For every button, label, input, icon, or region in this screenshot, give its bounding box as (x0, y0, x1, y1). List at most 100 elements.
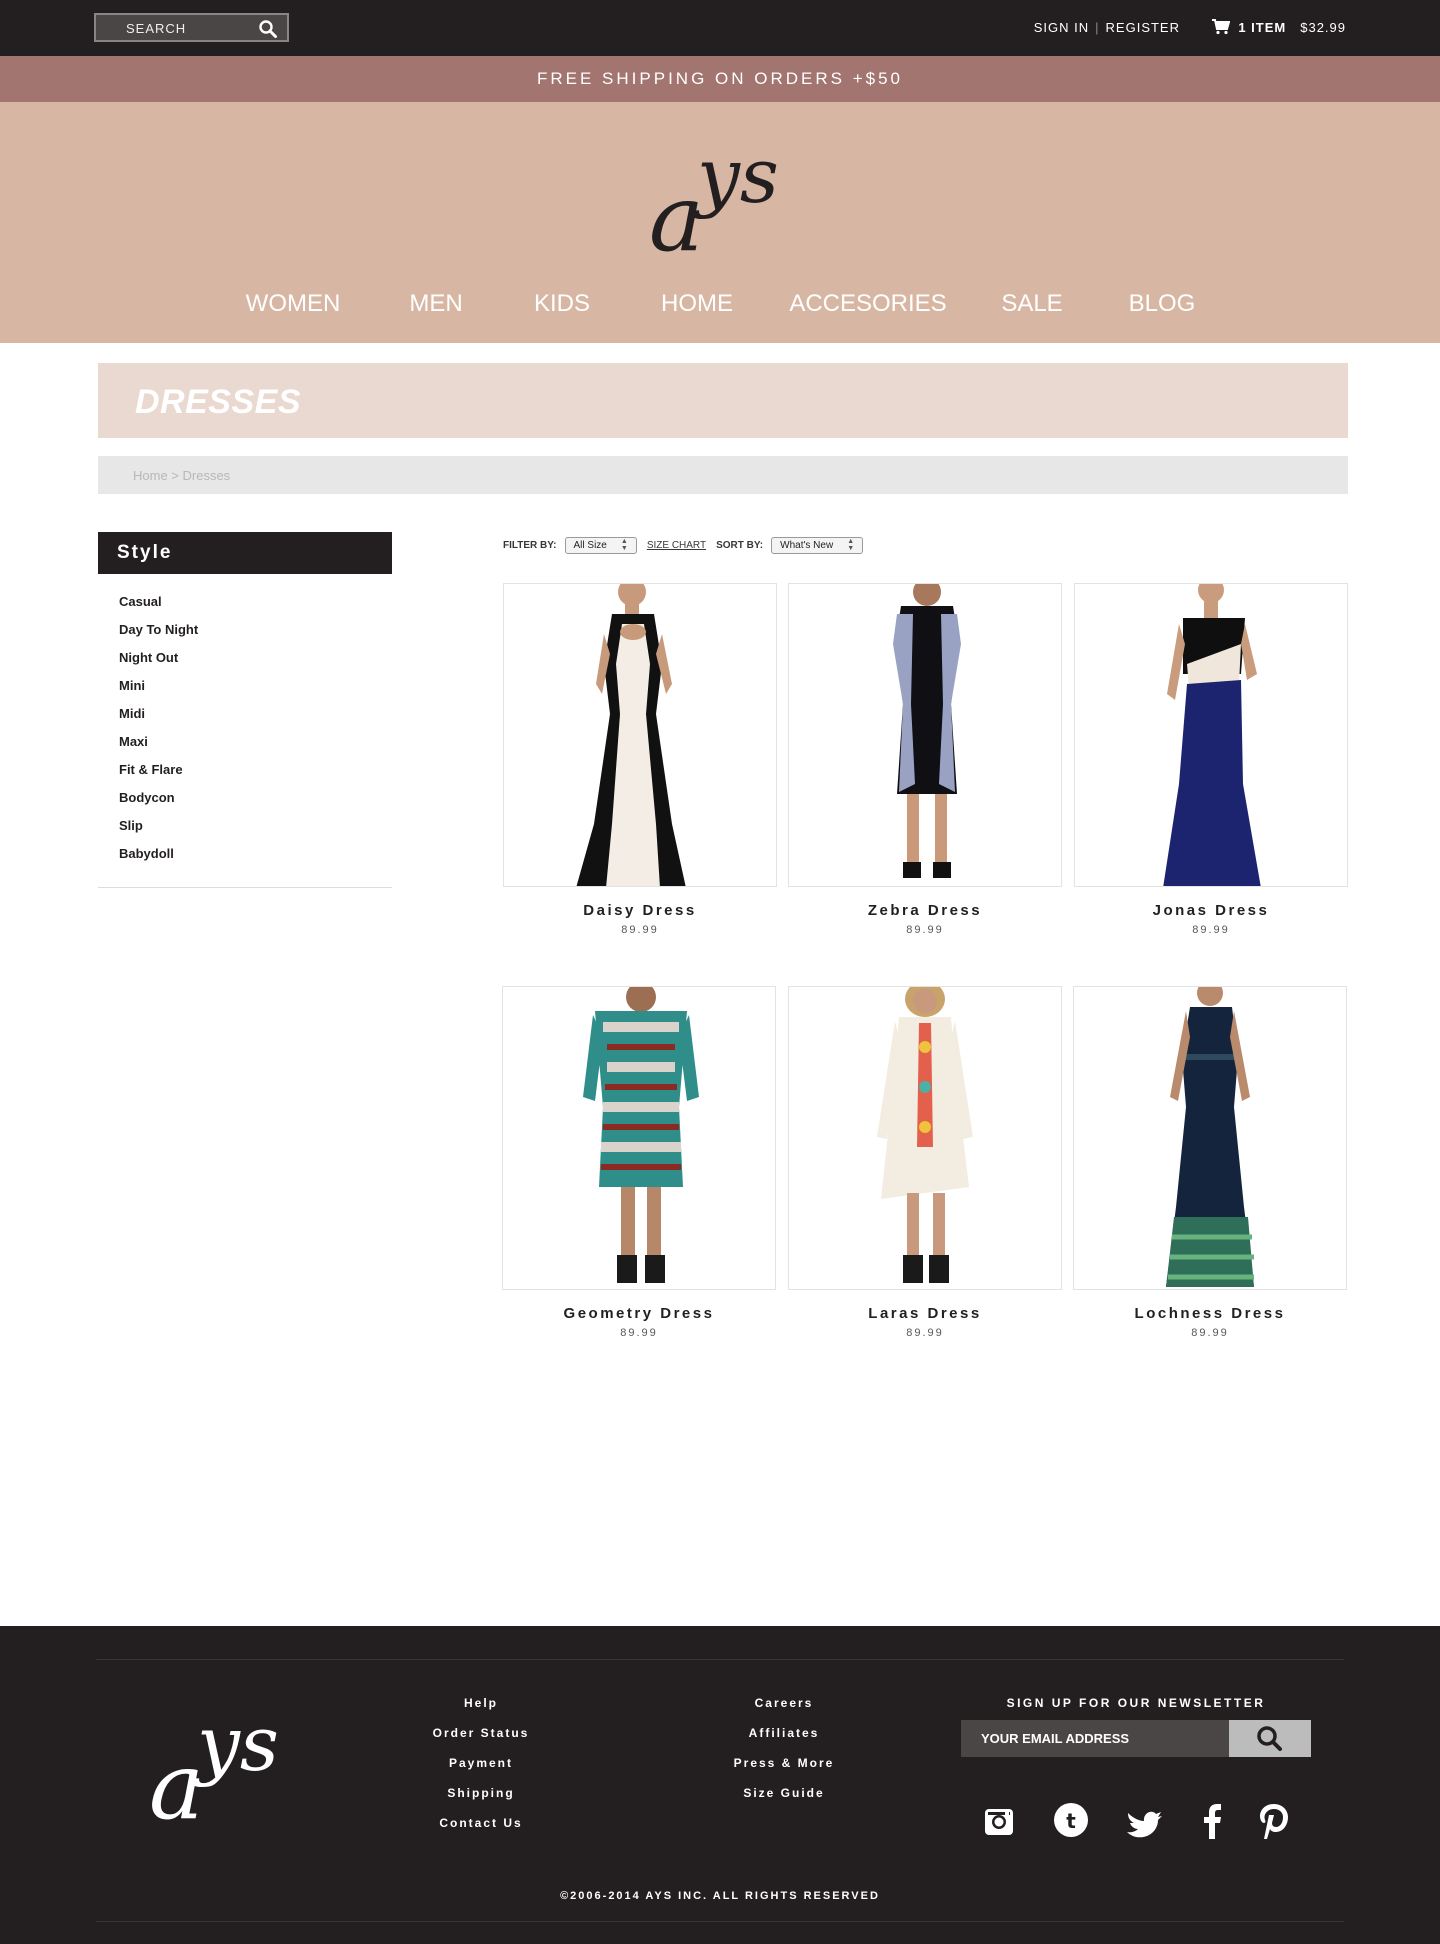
top-bar: SEARCH SIGN IN | REGISTER 1 ITEM $32.99 (0, 0, 1440, 56)
newsletter-submit-button[interactable] (1229, 1720, 1311, 1757)
sort-select-value: What's New (780, 539, 834, 551)
sidebar-item-midi[interactable]: Midi (98, 700, 392, 728)
nav-sale[interactable]: SALE (1001, 290, 1062, 318)
footer-link-order-status[interactable]: Order Status (401, 1726, 561, 1756)
style-filter-list: Casual Day To Night Night Out Mini Midi … (98, 588, 392, 868)
svg-text:ys: ys (194, 1708, 279, 1788)
dress-photo (1163, 584, 1261, 886)
size-select[interactable]: All Size ▲ ▼ (564, 536, 637, 554)
sidebar-item-babydoll[interactable]: Babydoll (98, 840, 392, 868)
breadcrumb-text[interactable]: Home > Dresses (133, 468, 230, 483)
site-header: a ys WOMEN MEN KIDS HOME ACCESORIES SALE… (0, 102, 1440, 343)
cart-total: $32.99 (1300, 19, 1346, 35)
footer-link-affiliates[interactable]: Affiliates (704, 1726, 864, 1756)
sidebar-item-casual[interactable]: Casual (98, 588, 392, 616)
sort-label: SORT BY: (716, 539, 764, 551)
search-input[interactable]: SEARCH (126, 21, 186, 36)
instagram-icon[interactable] (979, 1801, 1019, 1841)
product-name[interactable]: Jonas Dress (1074, 902, 1348, 919)
brand-logo[interactable]: a ys (645, 140, 795, 260)
select-arrows-icon: ▲ ▼ (620, 538, 628, 552)
footer-link-contact-us[interactable]: Contact Us (401, 1816, 561, 1846)
nav-kids[interactable]: KIDS (534, 290, 590, 318)
page: SEARCH SIGN IN | REGISTER 1 ITEM $32.99 … (0, 0, 1440, 1944)
style-sidebar: Style Casual Day To Night Night Out Mini… (98, 532, 392, 888)
product-price: 89.99 (621, 924, 659, 936)
sidebar-item-slip[interactable]: Slip (98, 812, 392, 840)
footer-logo[interactable]: a ys (145, 1708, 295, 1828)
sign-in-link[interactable]: SIGN IN (1034, 20, 1089, 35)
facebook-icon[interactable] (1192, 1801, 1232, 1841)
product-price: 89.99 (1191, 1327, 1229, 1339)
product-card[interactable]: Zebra Dress 89.99 (788, 583, 1062, 936)
product-price: 89.99 (620, 1327, 658, 1339)
footer-link-help[interactable]: Help (401, 1696, 561, 1726)
sidebar-item-bodycon[interactable]: Bodycon (98, 784, 392, 812)
footer-link-shipping[interactable]: Shipping (401, 1786, 561, 1816)
nav-women[interactable]: WOMEN (246, 290, 341, 318)
footer-link-size-guide[interactable]: Size Guide (704, 1786, 864, 1816)
footer-links-col-2: Careers Affiliates Press & More Size Gui… (704, 1696, 864, 1816)
cart-summary[interactable]: 1 ITEM $32.99 (1212, 19, 1346, 35)
product-card[interactable]: Lochness Dress 89.99 (1073, 986, 1347, 1339)
tumblr-icon[interactable]: t (1051, 1801, 1091, 1841)
product-image[interactable] (1073, 986, 1347, 1290)
dress-photo (576, 584, 686, 886)
product-name[interactable]: Zebra Dress (788, 902, 1062, 919)
sidebar-heading: Style (98, 532, 392, 574)
product-name[interactable]: Lochness Dress (1073, 1305, 1347, 1322)
product-name[interactable]: Daisy Dress (503, 902, 777, 919)
newsletter-label: SIGN UP FOR OUR NEWSLETTER (1006, 1696, 1266, 1710)
twitter-icon[interactable] (1124, 1801, 1164, 1841)
product-card[interactable]: Laras Dress 89.99 (788, 986, 1062, 1339)
product-card[interactable]: Geometry Dress 89.99 (502, 986, 776, 1339)
account-links: SIGN IN | REGISTER (1034, 20, 1180, 35)
product-image[interactable] (788, 583, 1062, 887)
cart-count: 1 ITEM (1238, 19, 1287, 35)
product-name[interactable]: Geometry Dress (502, 1305, 776, 1322)
sidebar-item-day-to-night[interactable]: Day To Night (98, 616, 392, 644)
sidebar-item-mini[interactable]: Mini (98, 672, 392, 700)
product-card[interactable]: Daisy Dress 89.99 (503, 583, 777, 936)
copyright-text: ©2006-2014 AYS INC. ALL RIGHTS RESERVED (560, 1890, 880, 1902)
email-field[interactable] (961, 1720, 1228, 1757)
product-card[interactable]: Jonas Dress 89.99 (1074, 583, 1348, 936)
product-price: 89.99 (906, 1327, 944, 1339)
footer-link-press-more[interactable]: Press & More (704, 1756, 864, 1786)
search-icon[interactable] (258, 19, 278, 39)
footer-link-careers[interactable]: Careers (704, 1696, 864, 1726)
sort-select[interactable]: What's New ▲ ▼ (771, 536, 864, 554)
nav-home[interactable]: HOME (661, 290, 733, 318)
size-chart-link[interactable]: SIZE CHART (647, 540, 706, 551)
main-nav: WOMEN MEN KIDS HOME ACCESORIES SALE BLOG (0, 290, 1440, 330)
filter-bar: FILTER BY: All Size ▲ ▼ SIZE CHART SORT B… (503, 536, 864, 554)
pinterest-icon[interactable] (1254, 1801, 1294, 1841)
search-box[interactable]: SEARCH (94, 13, 289, 42)
size-select-value: All Size (573, 539, 607, 551)
footer-links-col-1: Help Order Status Payment Shipping Conta… (401, 1696, 561, 1846)
product-image[interactable] (1074, 583, 1348, 887)
select-arrows-icon: ▲ ▼ (847, 538, 855, 552)
nav-men[interactable]: MEN (409, 290, 462, 318)
svg-text:ys: ys (694, 140, 779, 220)
nav-blog[interactable]: BLOG (1129, 290, 1196, 318)
dress-photo (1166, 987, 1254, 1287)
cart-icon[interactable] (1212, 19, 1231, 35)
product-image[interactable] (503, 583, 777, 887)
footer-link-payment[interactable]: Payment (401, 1756, 561, 1786)
footer-divider (96, 1921, 1344, 1922)
dress-photo (893, 584, 961, 878)
site-footer: a ys Help Order Status Payment Shipping … (0, 1626, 1440, 1944)
nav-accesories[interactable]: ACCESORIES (789, 290, 946, 318)
register-link[interactable]: REGISTER (1106, 20, 1180, 35)
product-name[interactable]: Laras Dress (788, 1305, 1062, 1322)
product-price: 89.99 (1192, 924, 1230, 936)
promo-banner: FREE SHIPPING ON ORDERS +$50 (0, 56, 1440, 102)
svg-text:t: t (1066, 1809, 1076, 1833)
product-image[interactable] (788, 986, 1062, 1290)
sidebar-item-night-out[interactable]: Night Out (98, 644, 392, 672)
product-image[interactable] (502, 986, 776, 1290)
sidebar-item-maxi[interactable]: Maxi (98, 728, 392, 756)
sidebar-item-fit-flare[interactable]: Fit & Flare (98, 756, 392, 784)
svg-text:a: a (649, 165, 704, 260)
